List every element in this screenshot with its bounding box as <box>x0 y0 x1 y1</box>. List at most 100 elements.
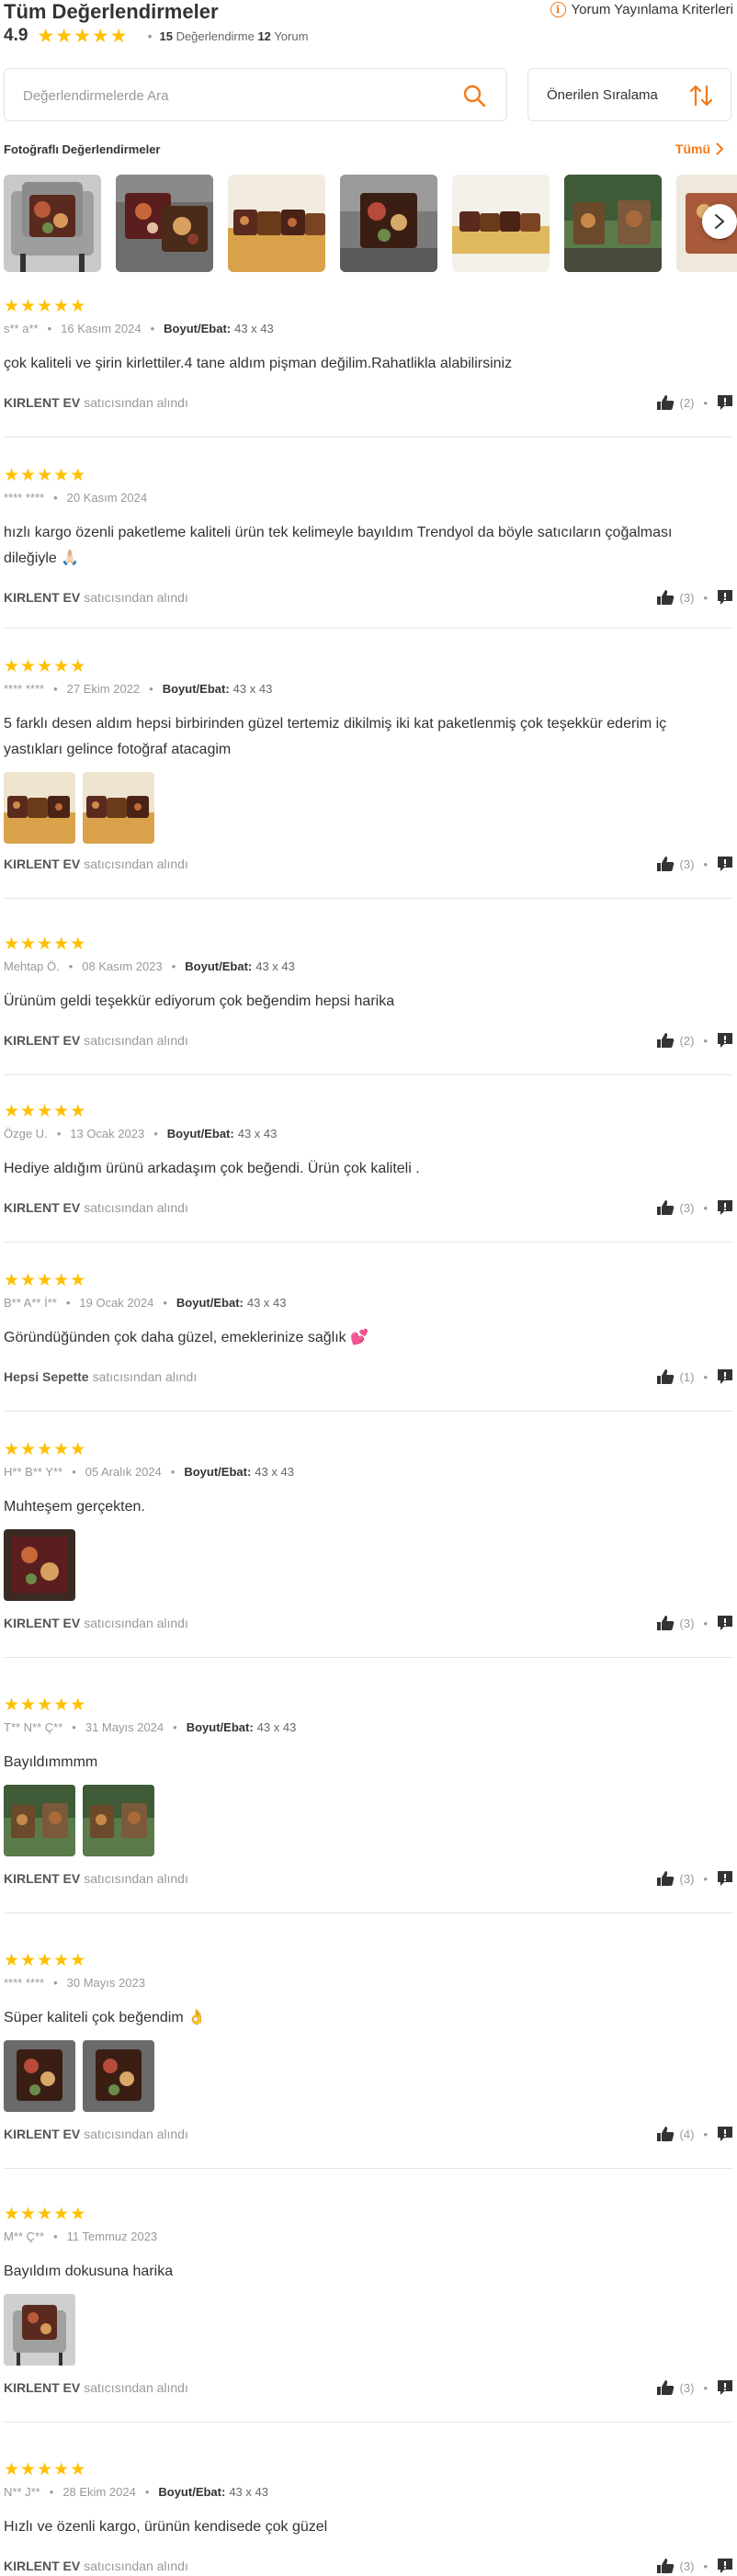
thumbs-up-icon[interactable] <box>656 1615 675 1631</box>
like-count: (3) <box>679 1616 695 1630</box>
photo-thumbnail[interactable] <box>4 175 101 272</box>
thumbs-up-icon[interactable] <box>656 1032 675 1049</box>
chevron-right-icon <box>715 214 725 229</box>
star-icon: ★ <box>37 466 53 485</box>
seller-info: KIRLENT EV satıcısından alındı <box>4 2380 188 2395</box>
review-photo[interactable] <box>4 772 75 844</box>
thumbs-up-icon[interactable] <box>656 394 675 411</box>
photo-reviews-all-link[interactable]: Tümü <box>675 142 724 156</box>
thumbs-up-icon[interactable] <box>656 1368 675 1385</box>
review-date: 19 Ocak 2024 <box>79 1296 154 1310</box>
separator-dot: • <box>703 590 708 605</box>
star-icon: ★ <box>37 1271 53 1290</box>
thumbs-up-icon[interactable] <box>656 589 675 606</box>
review-criteria-link[interactable]: i Yorum Yayınlama Kriterleri <box>550 2 733 17</box>
seller-suffix: satıcısından alındı <box>84 590 188 605</box>
review-photo[interactable] <box>83 772 154 844</box>
size-value: 43 x 43 <box>256 1720 297 1734</box>
review-photo[interactable] <box>4 2040 75 2112</box>
report-icon[interactable] <box>717 1870 733 1887</box>
all-label: Tümü <box>675 142 710 156</box>
seller-name[interactable]: KIRLENT EV <box>4 395 80 410</box>
sort-icon <box>689 85 713 107</box>
photo-thumbnail[interactable] <box>228 175 325 272</box>
photo-next-button[interactable] <box>702 204 737 239</box>
star-icon: ★ <box>20 466 37 485</box>
photo-reviews-strip <box>4 175 737 272</box>
seller-name[interactable]: KIRLENT EV <box>4 2559 80 2573</box>
separator-dot: • <box>173 1720 177 1734</box>
seller-name[interactable]: KIRLENT EV <box>4 1033 80 1048</box>
separator-dot: • <box>703 2559 708 2573</box>
review-meta: N** J** • 28 Ekim 2024 • Boyut/Ebat: 43 x 43 <box>4 2485 268 2499</box>
thumbs-up-icon[interactable] <box>656 1870 675 1887</box>
separator-dot: • <box>49 2485 54 2499</box>
seller-name[interactable]: KIRLENT EV <box>4 1871 80 1886</box>
report-icon[interactable] <box>717 1032 733 1049</box>
report-icon[interactable] <box>717 589 733 606</box>
report-icon[interactable] <box>717 1615 733 1631</box>
review-card: ★ ★ ★ ★ ★ **** **** • 30 Mayıs 2023 Süper kalite… <box>4 1952 733 2169</box>
seller-name[interactable]: Hepsi Sepette <box>4 1369 89 1384</box>
report-icon[interactable] <box>717 856 733 872</box>
photo-thumbnail[interactable] <box>564 175 662 272</box>
thumbs-up-icon[interactable] <box>656 1199 675 1216</box>
review-search-input[interactable] <box>23 85 455 106</box>
separator-dot: • <box>163 1296 167 1310</box>
size-label: Boyut/Ebat: <box>184 1465 252 1479</box>
review-author: M** Ç** <box>4 2230 45 2243</box>
star-icon: ★ <box>20 1696 37 1715</box>
search-icon[interactable] <box>462 84 486 108</box>
report-icon[interactable] <box>717 394 733 411</box>
star-icon: ★ <box>70 2460 86 2480</box>
seller-name[interactable]: KIRLENT EV <box>4 857 80 871</box>
review-photo[interactable] <box>83 1785 154 1856</box>
star-icon: ★ <box>70 657 86 676</box>
like-count: (3) <box>679 1871 695 1886</box>
review-photos <box>4 1785 154 1856</box>
review-count-label: Değerlendirme <box>176 28 255 43</box>
star-icon: ★ <box>70 1440 86 1459</box>
star-icon: ★ <box>20 1102 37 1121</box>
separator-dot: • <box>153 1127 158 1140</box>
seller-name[interactable]: KIRLENT EV <box>4 2380 80 2395</box>
thumbs-up-icon[interactable] <box>656 2379 675 2396</box>
sort-dropdown[interactable]: Önerilen Sıralama <box>527 68 731 121</box>
review-actions: (3) • <box>656 2379 733 2396</box>
review-author: Özge U. <box>4 1127 48 1140</box>
thumbs-up-icon[interactable] <box>656 2126 675 2142</box>
seller-info: KIRLENT EV satıcısından alındı <box>4 2559 188 2573</box>
report-icon[interactable] <box>717 2379 733 2396</box>
review-photo[interactable] <box>4 2294 75 2366</box>
separator-dot: • <box>144 2485 150 2499</box>
separator-dot: • <box>147 28 153 43</box>
rating-stars: ★ ★ ★ ★ ★ <box>37 27 127 46</box>
like-count: (2) <box>679 1033 695 1048</box>
review-meta: **** **** • 30 Mayıs 2023 <box>4 1976 145 1990</box>
photo-thumbnail[interactable] <box>340 175 437 272</box>
review-comment: Ürünüm geldi teşekkür ediyorum çok beğen… <box>4 993 395 1009</box>
thumbs-up-icon[interactable] <box>656 856 675 872</box>
report-icon[interactable] <box>717 1368 733 1385</box>
star-icon: ★ <box>20 2460 37 2480</box>
review-photo[interactable] <box>4 1785 75 1856</box>
report-icon[interactable] <box>717 2126 733 2142</box>
photo-thumbnail[interactable] <box>116 175 213 272</box>
separator-dot: • <box>56 1127 62 1140</box>
review-card: ★ ★ ★ ★ ★ M** Ç** • 11 Temmuz 2023 Bayıldım doku… <box>4 2206 733 2423</box>
review-stars: ★ ★ ★ ★ ★ <box>4 298 85 315</box>
seller-name[interactable]: KIRLENT EV <box>4 2127 80 2141</box>
report-icon[interactable] <box>717 2558 733 2574</box>
thumbs-up-icon[interactable] <box>656 2558 675 2574</box>
review-photo[interactable] <box>4 1529 75 1601</box>
seller-name[interactable]: KIRLENT EV <box>4 1616 80 1630</box>
sort-label: Önerilen Sıralama <box>547 87 658 103</box>
seller-name[interactable]: KIRLENT EV <box>4 590 80 605</box>
report-icon[interactable] <box>717 1199 733 1216</box>
like-count: (3) <box>679 2559 695 2573</box>
seller-name[interactable]: KIRLENT EV <box>4 1200 80 1215</box>
size-label: Boyut/Ebat: <box>185 959 253 973</box>
photo-thumbnail[interactable] <box>452 175 550 272</box>
review-photo[interactable] <box>83 2040 154 2112</box>
star-icon: ★ <box>70 466 86 485</box>
